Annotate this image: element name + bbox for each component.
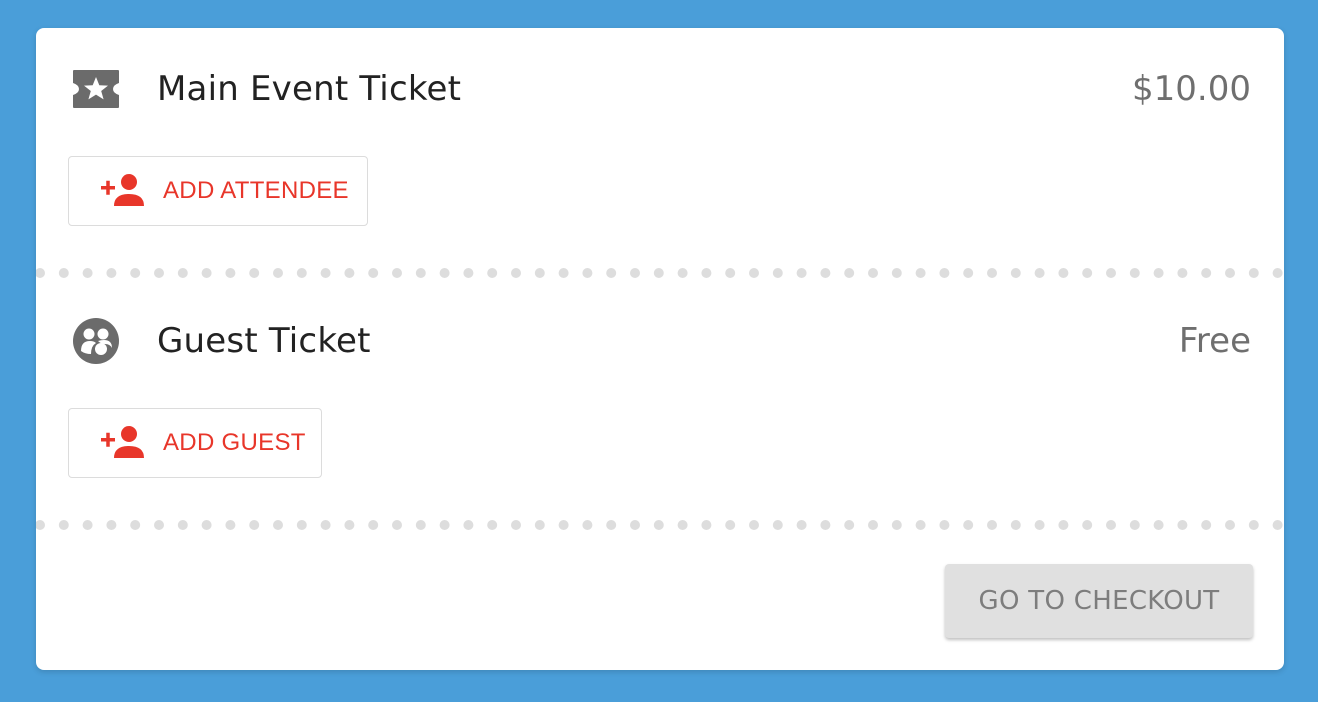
ticket-price: $10.00 [1132, 69, 1251, 109]
ticket-card: Main Event Ticket $10.00 ADD ATTENDEE Gu… [36, 28, 1284, 670]
person-add-icon [101, 173, 147, 209]
add-attendee-button[interactable]: ADD ATTENDEE [68, 156, 368, 226]
add-guest-label: ADD GUEST [163, 429, 306, 456]
ticket-name: Guest Ticket [157, 321, 371, 361]
ticket-star-icon [70, 65, 122, 113]
group-circle-icon [70, 317, 122, 365]
add-attendee-label: ADD ATTENDEE [163, 177, 349, 204]
add-guest-button[interactable]: ADD GUEST [68, 408, 322, 478]
ticket-row-guest: Guest Ticket Free [36, 309, 1284, 373]
dotted-divider [36, 520, 1283, 530]
ticket-row-main-event: Main Event Ticket $10.00 [36, 57, 1284, 121]
ticket-name: Main Event Ticket [157, 69, 462, 109]
ticket-price: Free [1178, 321, 1251, 361]
go-to-checkout-button[interactable]: GO TO CHECKOUT [945, 564, 1253, 638]
person-add-icon [101, 425, 147, 461]
dotted-divider [36, 268, 1283, 278]
